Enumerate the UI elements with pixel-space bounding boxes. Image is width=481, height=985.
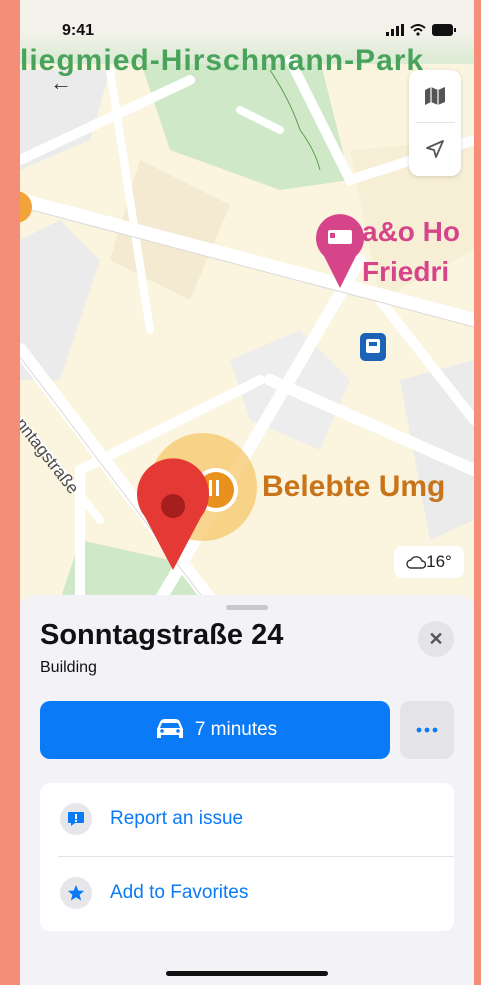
directions-button[interactable]: 7 minutes — [40, 701, 390, 759]
add-favorites-label: Add to Favorites — [110, 882, 249, 903]
actions-card: Report an issue Add to Favorites — [40, 783, 454, 931]
hotel-label-line1: a&o Ho — [362, 216, 460, 247]
report-issue-row[interactable]: Report an issue — [40, 783, 454, 855]
back-arrow-icon[interactable]: ← — [50, 70, 72, 96]
weather-temp: 16° — [426, 552, 452, 571]
poi-label[interactable]: Belebte Umg — [262, 470, 445, 504]
map-controls — [409, 70, 461, 176]
sheet-grabber[interactable] — [226, 605, 268, 610]
map-canvas — [20, 0, 474, 600]
add-favorites-row[interactable]: Add to Favorites — [40, 857, 454, 929]
more-button[interactable] — [400, 701, 454, 759]
report-issue-label: Report an issue — [110, 808, 244, 829]
status-time: 9:41 — [62, 22, 95, 39]
directions-duration: 7 minutes — [194, 719, 278, 740]
ellipsis-icon — [416, 727, 438, 733]
home-indicator[interactable] — [166, 971, 328, 976]
car-icon — [156, 719, 183, 738]
location-arrow-icon — [426, 140, 444, 158]
hotel-label: a&o Ho Friedri — [362, 212, 460, 292]
place-sheet: Sonntagstraße 24 Building ✕ 7 minutes Re… — [20, 595, 474, 985]
place-title: Sonntagstraße 24 — [40, 619, 284, 651]
hotel-label-line2: Friedri — [362, 256, 450, 287]
location-button[interactable] — [409, 123, 461, 175]
map-mode-icon — [425, 87, 445, 105]
battery-icon — [432, 24, 456, 36]
signal-icon — [386, 24, 404, 36]
status-icons — [386, 24, 456, 36]
map-mode-button[interactable] — [409, 70, 461, 122]
wifi-icon — [410, 24, 426, 36]
close-icon: ✕ — [428, 628, 444, 649]
exclamation-bubble-icon — [60, 803, 92, 835]
weather-badge: 16° — [394, 546, 464, 578]
place-subtitle: Building — [40, 659, 97, 676]
close-button[interactable]: ✕ — [418, 621, 454, 657]
cloud-icon — [406, 556, 427, 569]
park-label: liegmied-Hirschmann-Park — [20, 44, 425, 77]
map-view[interactable]: 9:41 liegmied-Hirschmann-Park ← a&o Ho F… — [20, 0, 474, 600]
star-icon — [60, 877, 92, 909]
phone-screen: 9:41 liegmied-Hirschmann-Park ← a&o Ho F… — [20, 0, 474, 985]
